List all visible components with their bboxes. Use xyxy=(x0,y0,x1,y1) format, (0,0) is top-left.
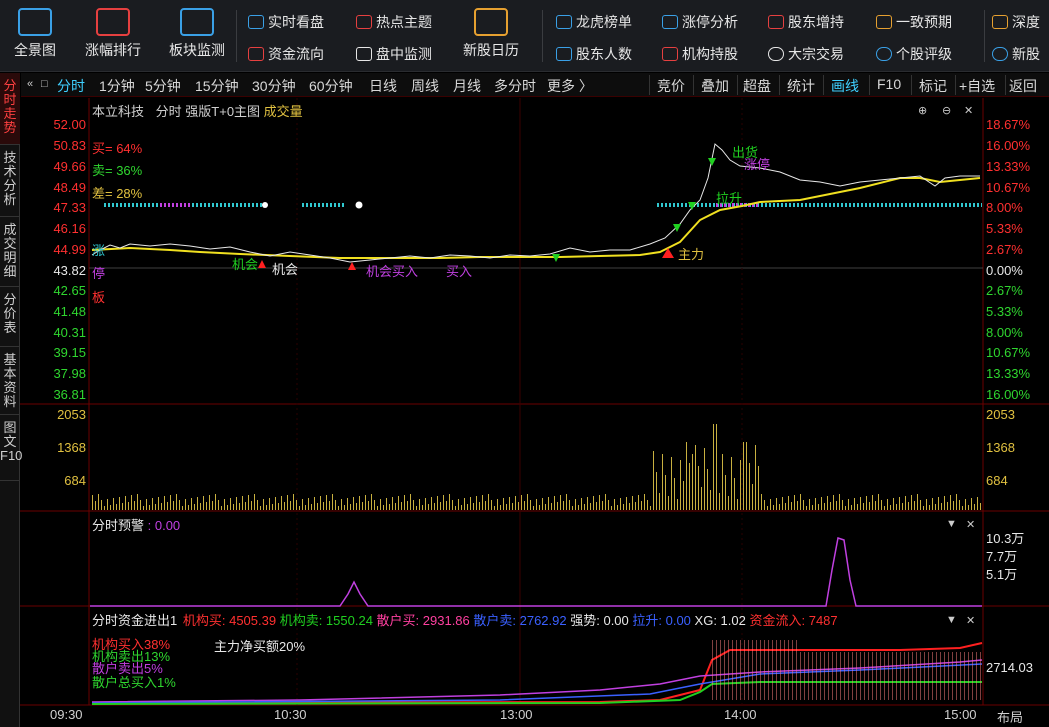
fund-hatch-bar xyxy=(928,652,929,700)
fund-hatch-bar xyxy=(956,652,957,700)
fund-hatch-bar xyxy=(840,652,841,700)
layout-button[interactable]: 布局 xyxy=(997,707,1023,726)
fund-hatch-bar xyxy=(896,652,897,700)
fund-hatch-bar xyxy=(972,652,973,700)
fund-hatch-bar xyxy=(764,640,765,700)
fund-hatch-bar xyxy=(936,652,937,700)
fund-hatch-bar xyxy=(716,640,717,700)
fund-hatch-bar xyxy=(732,640,733,700)
time-tick: 14:00 xyxy=(724,707,757,722)
fund-hatch-bar xyxy=(948,652,949,700)
fund-hatch-bar xyxy=(912,652,913,700)
time-tick: 15:00 xyxy=(944,707,977,722)
fund-hatch-bar xyxy=(904,652,905,700)
fund-hatch-bar xyxy=(712,640,713,700)
fund-hatch-bar xyxy=(844,652,845,700)
fund-hatch-bar xyxy=(788,640,789,700)
time-tick: 13:00 xyxy=(500,707,533,722)
fund-hatch-bar xyxy=(900,652,901,700)
fund-hatch-bar xyxy=(864,652,865,700)
app-window: { "toolbar": { "big": [ {"label": "全景图",… xyxy=(0,0,1049,727)
fund-hatch-bar xyxy=(860,652,861,700)
time-tick: 09:30 xyxy=(50,707,83,722)
fund-hatch-bar xyxy=(736,640,737,700)
fund-hatch-bar xyxy=(836,652,837,700)
fund-hatch-bar xyxy=(964,652,965,700)
fund-hatch-bar xyxy=(820,652,821,700)
fund-hatch-bar xyxy=(880,652,881,700)
fund-hatch-bar xyxy=(908,652,909,700)
time-tick: 10:30 xyxy=(274,707,307,722)
fund-hatch-bar xyxy=(856,652,857,700)
fund-hatch-bar xyxy=(940,652,941,700)
fund-hatch-bar xyxy=(724,640,725,700)
fund-hatch-bar xyxy=(888,652,889,700)
fund-hatch-bar xyxy=(800,652,801,700)
fund-hatch-bar xyxy=(768,640,769,700)
fund-hatch-bar xyxy=(756,640,757,700)
fund-hatch-bar xyxy=(748,640,749,700)
fund-hatch-bar xyxy=(968,652,969,700)
fund-flow-lines xyxy=(91,640,983,705)
fund-hatch-bar xyxy=(740,640,741,700)
fund-hatch-bar xyxy=(920,652,921,700)
fund-hatch-bar xyxy=(952,652,953,700)
fund-hatch-bar xyxy=(744,640,745,700)
fund-hatch-bar xyxy=(816,652,817,700)
fund-hatch-bar xyxy=(728,640,729,700)
fund-hatch-bar xyxy=(772,640,773,700)
fund-hatch-bar xyxy=(916,652,917,700)
fund-hatch-bar xyxy=(932,652,933,700)
fund-hatch-bar xyxy=(784,640,785,700)
fund-hatch-bar xyxy=(828,652,829,700)
fund-hatch-bar xyxy=(752,640,753,700)
fund-hatch-bar xyxy=(804,652,805,700)
fund-hatch-bar xyxy=(876,652,877,700)
fund-hatch-bar xyxy=(824,652,825,700)
fund-hatch-bar xyxy=(868,652,869,700)
fund-hatch-bar xyxy=(776,640,777,700)
fund-hatch-bar xyxy=(848,652,849,700)
fund-hatch-bar xyxy=(960,652,961,700)
fund-hatch-bar xyxy=(780,640,781,700)
fund-hatch-bar xyxy=(808,652,809,700)
fund-hatch-bar xyxy=(944,652,945,700)
fund-hatch-bar xyxy=(796,640,797,700)
fund-hatch-bar xyxy=(852,652,853,700)
fund-hatch-bar xyxy=(812,652,813,700)
fund-hatch-bar xyxy=(872,652,873,700)
fund-hatch-bar xyxy=(720,640,721,700)
fund-hatch-bar xyxy=(792,640,793,700)
fund-hatch-bar xyxy=(924,652,925,700)
fund-hatch-bar xyxy=(980,652,981,700)
fund-hatch-bar xyxy=(760,640,761,700)
fund-hatch-bar xyxy=(832,652,833,700)
fund-hatch-bar xyxy=(892,652,893,700)
fund-hatch-bar xyxy=(976,652,977,700)
fund-hatch-bar xyxy=(884,652,885,700)
